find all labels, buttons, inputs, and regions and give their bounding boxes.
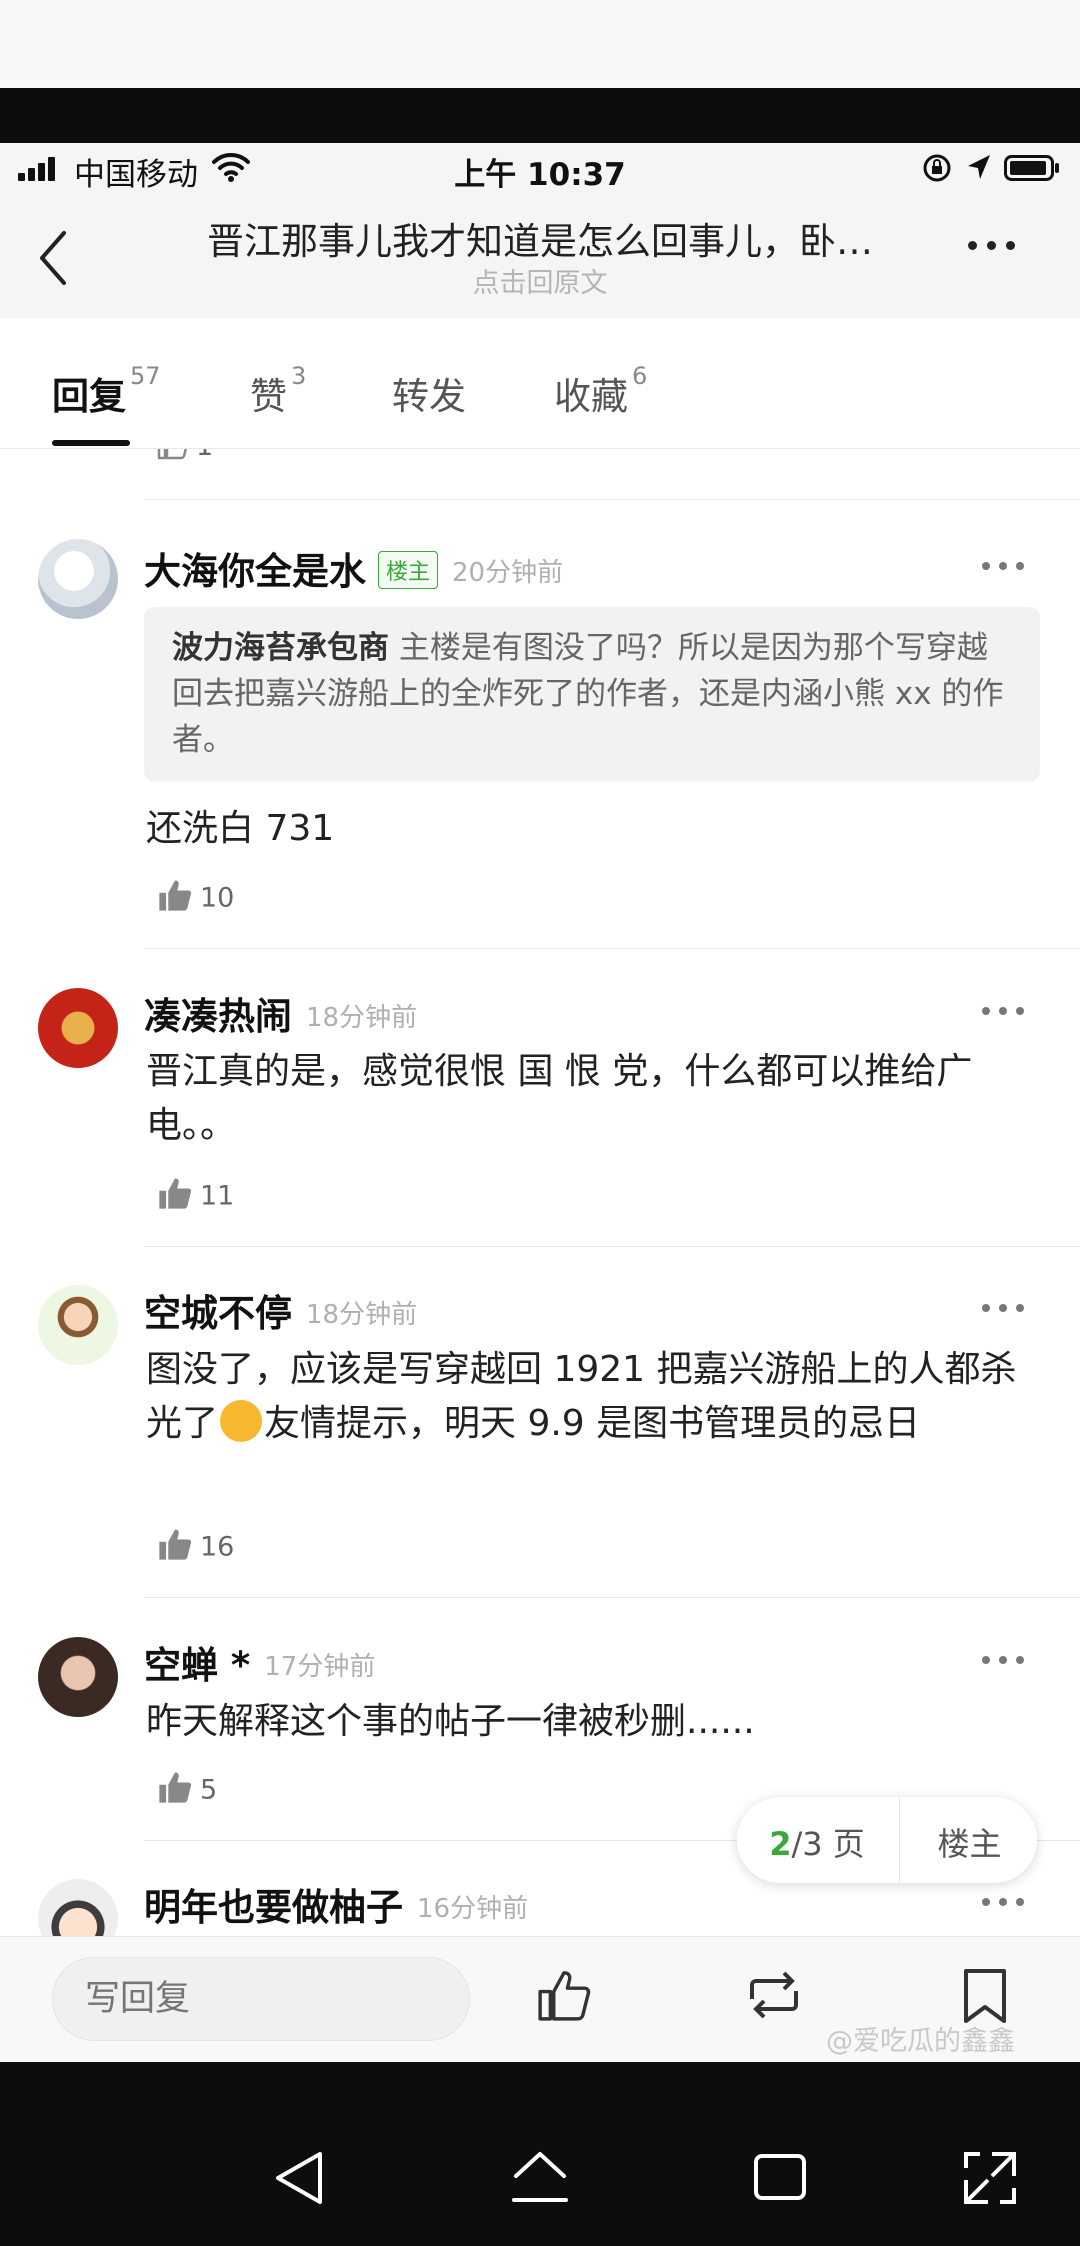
- comment-time: 16分钟前: [417, 1894, 529, 1924]
- active-tab-indicator: [52, 440, 130, 446]
- like-count: 16: [200, 1531, 235, 1563]
- more-icon[interactable]: [982, 1007, 1024, 1015]
- nav-expand-icon[interactable]: [962, 2150, 1018, 2206]
- upside-down-face-emoji-icon: [220, 1400, 263, 1442]
- system-navigation-bar: [0, 2062, 1080, 2246]
- divider: [144, 948, 1080, 949]
- comment-time: 18分钟前: [306, 1300, 418, 1330]
- quoted-username: 波力海苔承包商: [172, 630, 389, 666]
- like-button[interactable]: 10: [156, 880, 235, 917]
- comment-text: 昨天解释这个事的帖子一律被秒删......: [146, 1701, 755, 1742]
- more-icon[interactable]: [982, 562, 1024, 570]
- tab-count: 3: [291, 362, 307, 390]
- current-page: 2: [769, 1825, 792, 1863]
- username[interactable]: 大海你全是水: [144, 550, 366, 593]
- tab-likes[interactable]: 赞3: [250, 362, 306, 420]
- thumbs-up-icon: [159, 880, 192, 911]
- like-button[interactable]: 11: [156, 1178, 235, 1215]
- like-button[interactable]: 5: [156, 1772, 218, 1809]
- comment-text: 还洗白 731: [146, 808, 335, 849]
- reply-input[interactable]: [52, 1957, 470, 2041]
- top-black-strip: [0, 88, 1080, 143]
- avatar[interactable]: [38, 1285, 118, 1365]
- username[interactable]: 凑凑热闹: [144, 995, 292, 1038]
- status-bar: 中国移动 上午 10:37: [0, 143, 1080, 193]
- username[interactable]: 空城不停: [144, 1292, 292, 1335]
- tab-label: 转发: [392, 375, 466, 418]
- tab-count: 57: [130, 362, 161, 390]
- comment-text: 图没了，应该是写穿越回 1921 把嘉兴游船上的人都杀光了 友情提示，明天 9.9…: [146, 1343, 1036, 1451]
- comment-text: 晋江真的是，感觉很恨 国 恨 党，什么都可以推给广电。。: [146, 1051, 973, 1146]
- like-count: 11: [200, 1180, 235, 1212]
- tab-forward[interactable]: 转发: [392, 366, 466, 420]
- comment-header: 空蝉 * 17分钟前: [144, 1635, 375, 1689]
- top-blank-area: [0, 0, 1080, 88]
- divider: [144, 1246, 1080, 1247]
- tab-count: 6: [632, 362, 648, 390]
- thumbs-up-icon[interactable]: [535, 1967, 593, 2023]
- like-count: 10: [200, 882, 235, 914]
- more-icon[interactable]: [968, 241, 1032, 261]
- back-to-original-link[interactable]: 点击回原文: [170, 261, 910, 300]
- thumbs-up-icon: [159, 1529, 192, 1560]
- tab-favorites[interactable]: 收藏 6: [554, 362, 647, 420]
- divider: [144, 1597, 1080, 1598]
- like-count: 1: [196, 449, 213, 462]
- watermark: @爱吃瓜的鑫鑫: [826, 2026, 1015, 2057]
- battery-icon: [1004, 155, 1059, 181]
- comment-time: 17分钟前: [264, 1652, 376, 1682]
- avatar[interactable]: [38, 539, 118, 619]
- comment-header: 明年也要做柚子 16分钟前: [144, 1877, 528, 1931]
- share-icon[interactable]: [742, 1969, 806, 2021]
- page-indicator[interactable]: 2/3 页: [737, 1819, 897, 1865]
- op-badge: 楼主: [378, 550, 439, 589]
- comment-time: 20分钟前: [452, 558, 564, 588]
- more-icon[interactable]: [982, 1304, 1024, 1312]
- clock: 上午 10:37: [454, 157, 626, 193]
- nav-back-icon[interactable]: [274, 2150, 326, 2206]
- comment-list[interactable]: 1 大海你全是水楼主20分钟前 波力海苔承包商 主楼是有图没了吗？所以是因为那个…: [0, 449, 1080, 1936]
- more-icon[interactable]: [982, 1898, 1024, 1906]
- tab-label: 收藏: [554, 375, 628, 418]
- comment-header: 空城不停 18分钟前: [144, 1283, 417, 1337]
- user-star: *: [230, 1644, 251, 1687]
- bookmark-icon[interactable]: [962, 1967, 1008, 2025]
- tab-label: 赞: [250, 375, 287, 418]
- page-switcher: 2/3 页 楼主: [737, 1797, 1037, 1883]
- post-header: 晋江那事儿我才知道是怎么回事儿，卧… 点击回原文: [0, 193, 1080, 318]
- lock-icon: [923, 154, 951, 182]
- avatar[interactable]: [38, 1879, 118, 1936]
- comment-header: 大海你全是水 楼主 20分钟前: [144, 541, 563, 595]
- total-pages: /3 页: [791, 1825, 865, 1863]
- thumbs-up-icon: [159, 1178, 192, 1209]
- tab-label: 回复: [52, 375, 126, 418]
- back-icon[interactable]: [30, 223, 80, 293]
- username[interactable]: 空蝉: [144, 1644, 218, 1687]
- comment-time: 18分钟前: [306, 1003, 418, 1033]
- tab-bar: 回复 57 赞3 转发 收藏 6: [0, 318, 1080, 449]
- more-icon[interactable]: [982, 1656, 1024, 1664]
- only-op-button[interactable]: 楼主: [902, 1819, 1037, 1865]
- tab-replies[interactable]: 回复 57: [52, 362, 161, 420]
- location-icon: [968, 155, 990, 179]
- username[interactable]: 明年也要做柚子: [144, 1886, 403, 1929]
- thumbs-up-icon: [159, 1772, 192, 1803]
- comment-text-part: 友情提示，明天 9.9 是图书管理员的忌日: [264, 1403, 921, 1444]
- avatar[interactable]: [38, 1637, 118, 1717]
- thumbs-up-icon: [157, 449, 187, 459]
- post-title[interactable]: 晋江那事儿我才知道是怎么回事儿，卧…: [170, 211, 910, 265]
- quoted-reply[interactable]: 波力海苔承包商 主楼是有图没了吗？所以是因为那个写穿越回去把嘉兴游船上的全炸死了…: [144, 607, 1040, 781]
- like-button[interactable]: 16: [156, 1529, 235, 1566]
- nav-home-icon[interactable]: [510, 2150, 570, 2206]
- avatar[interactable]: [38, 988, 118, 1068]
- like-button[interactable]: 1: [156, 449, 213, 464]
- nav-recent-icon[interactable]: [752, 2150, 808, 2204]
- bottom-action-bar: @爱吃瓜的鑫鑫: [0, 1936, 1080, 2063]
- divider: [144, 499, 1080, 500]
- comment-header: 凑凑热闹 18分钟前: [144, 986, 417, 1040]
- like-count: 5: [200, 1774, 218, 1806]
- pager-divider: [899, 1797, 900, 1883]
